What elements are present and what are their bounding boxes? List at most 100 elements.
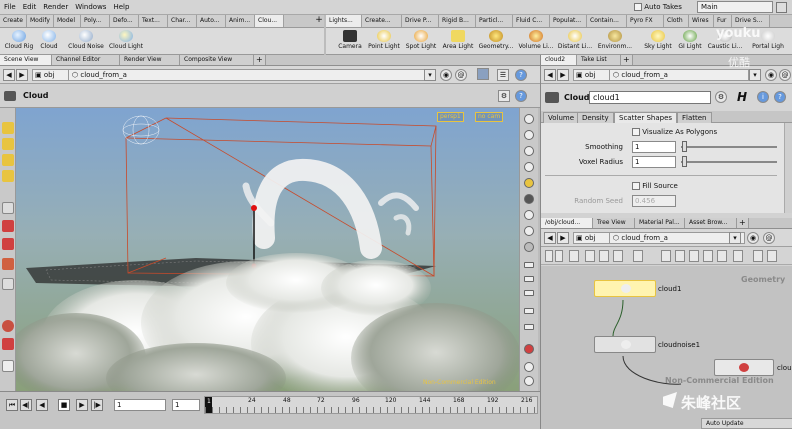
help-icon[interactable]: ? [774, 91, 786, 103]
view-cube-icon[interactable] [477, 68, 489, 80]
link-icon[interactable]: @ [763, 232, 775, 244]
display-option-icon[interactable] [524, 324, 534, 330]
help-icon[interactable]: ? [515, 69, 527, 81]
voxel-radius-slider[interactable] [681, 161, 777, 163]
smoothing-slider-handle[interactable] [682, 141, 687, 152]
path-node[interactable]: ⬡ cloud_from_a [68, 69, 434, 81]
path-node[interactable]: ⬡ cloud_from_a [609, 232, 745, 244]
menu-help[interactable]: Help [109, 0, 132, 11]
path-root[interactable]: ▣ obj [573, 69, 613, 81]
display-option-icon[interactable] [524, 262, 534, 268]
hda-icon[interactable]: H [737, 90, 747, 104]
forward-arrow-icon[interactable]: ▶ [16, 69, 28, 81]
network-tool-icon[interactable] [555, 250, 563, 262]
brush-tool-icon[interactable] [2, 238, 14, 250]
tab-render-view[interactable]: Render View [120, 55, 180, 65]
volume-light-tool[interactable]: Volume Li... [517, 28, 555, 55]
forward-arrow-icon[interactable]: ▶ [557, 232, 569, 244]
smoothing-slider[interactable] [681, 146, 777, 148]
param-scrollbar[interactable] [784, 123, 792, 213]
camera-tool[interactable]: Camera [331, 28, 369, 55]
snap-tool-icon[interactable] [2, 338, 14, 350]
add-tab-icon[interactable]: + [254, 55, 266, 65]
voxel-radius-slider-handle[interactable] [682, 156, 687, 167]
display-option-icon[interactable] [524, 226, 534, 236]
cloud-noise-tool[interactable]: Cloud Noise [64, 28, 108, 55]
shelf-tab-cloud[interactable]: Clou... [255, 15, 284, 27]
cloud-light-tool[interactable]: Cloud Light [106, 28, 146, 55]
menu-file[interactable]: File [0, 0, 19, 11]
handle-tool-icon[interactable] [2, 220, 14, 232]
operator-options-icon[interactable]: ⚙ [498, 90, 510, 102]
shelf-tab[interactable]: Fluid C... [513, 15, 550, 27]
viewport[interactable]: persp1 no cam Non-Commercial Edition [16, 108, 519, 391]
back-arrow-icon[interactable]: ◀ [544, 232, 556, 244]
network-tool-icon[interactable] [633, 250, 643, 262]
display-option-icon[interactable] [524, 308, 534, 314]
point-light-tool[interactable]: Point Light [365, 28, 403, 55]
network-tool-icon[interactable] [753, 250, 763, 262]
path-dropdown-icon[interactable]: ▾ [424, 69, 436, 81]
auto-update-menu[interactable]: Auto Update [701, 418, 792, 429]
play-reverse-icon[interactable]: ◀ [36, 399, 48, 411]
cloudnoise1-node[interactable] [594, 336, 656, 353]
render-tool-icon[interactable] [2, 320, 14, 332]
step-forward-icon[interactable]: |▶ [91, 399, 103, 411]
back-arrow-icon[interactable]: ◀ [3, 69, 15, 81]
environment-light-tool[interactable]: Environm... [596, 28, 634, 55]
back-arrow-icon[interactable]: ◀ [544, 69, 556, 81]
fill-source-checkbox[interactable]: Fill Source [632, 182, 678, 190]
tab-composite-view[interactable]: Composite View [180, 55, 254, 65]
pin-icon[interactable]: ◉ [765, 69, 777, 81]
network-tool-icon[interactable] [689, 250, 699, 262]
display-option-icon[interactable] [524, 290, 534, 296]
play-icon[interactable]: ▶ [76, 399, 88, 411]
path-dropdown-icon[interactable]: ▾ [749, 69, 761, 81]
node-name-field[interactable]: cloud1 [589, 91, 711, 104]
display-option-icon[interactable] [524, 130, 534, 140]
area-light-tool[interactable]: Area Light [439, 28, 477, 55]
tab-take-list[interactable]: Take List [577, 55, 621, 65]
display-option-icon[interactable] [524, 194, 534, 204]
shelf-tab[interactable]: Particl... [476, 15, 513, 27]
display-option-icon[interactable] [524, 146, 534, 156]
geometry-light-tool[interactable]: Geometry... [477, 28, 515, 55]
shelf-tab[interactable]: Poly... [81, 15, 110, 27]
desktop-select[interactable]: Main [697, 1, 773, 13]
persp-menu[interactable]: persp1 [437, 112, 464, 122]
network-tool-icon[interactable] [569, 250, 579, 262]
shelf-tab[interactable]: Rigid B... [439, 15, 476, 27]
tab-network[interactable]: /obj/cloud... [541, 218, 593, 228]
shelf-tab[interactable]: Contain... [587, 15, 627, 27]
gear-icon[interactable]: ⚙ [715, 91, 727, 103]
add-tab-icon[interactable]: + [621, 55, 633, 65]
tab-channel-editor[interactable]: Channel Editor [52, 55, 120, 65]
display-tool-icon[interactable] [2, 360, 14, 372]
shelf-tab[interactable]: Char... [168, 15, 197, 27]
menu-render[interactable]: Render [39, 0, 71, 11]
display-option-icon[interactable] [524, 114, 534, 124]
shelf-tab[interactable]: Create... [362, 15, 402, 27]
tab-flatten[interactable]: Flatten [677, 112, 712, 123]
display-option-icon[interactable] [524, 162, 534, 172]
smoothing-field[interactable]: 1 [632, 141, 676, 153]
shelf-tab[interactable]: Model [54, 15, 81, 27]
tab-material-palette[interactable]: Material Pal... [635, 218, 685, 228]
camera-menu[interactable]: no cam [475, 112, 504, 122]
forward-arrow-icon[interactable]: ▶ [557, 69, 569, 81]
tab-scatter-shapes[interactable]: Scatter Shapes [614, 112, 678, 123]
pin-icon[interactable]: ◉ [747, 232, 759, 244]
shelf-tab[interactable]: Populat... [550, 15, 587, 27]
move-tool-icon[interactable] [2, 138, 14, 150]
visualize-checkbox[interactable]: Visualize As Polygons [632, 128, 717, 136]
scale-tool-icon[interactable] [2, 170, 14, 182]
tab-tree-view[interactable]: Tree View [593, 218, 635, 228]
network-tool-icon[interactable] [675, 250, 685, 262]
pose-tool-icon[interactable] [2, 202, 14, 214]
link-icon[interactable]: @ [455, 69, 467, 81]
network-tool-icon[interactable] [545, 250, 553, 262]
start-frame-field[interactable]: 1 [172, 399, 200, 411]
desktop-menu-icon[interactable] [776, 2, 787, 13]
shelf-tab[interactable]: Wires [689, 15, 714, 27]
auto-takes-checkbox[interactable]: Auto Takes [634, 3, 682, 11]
